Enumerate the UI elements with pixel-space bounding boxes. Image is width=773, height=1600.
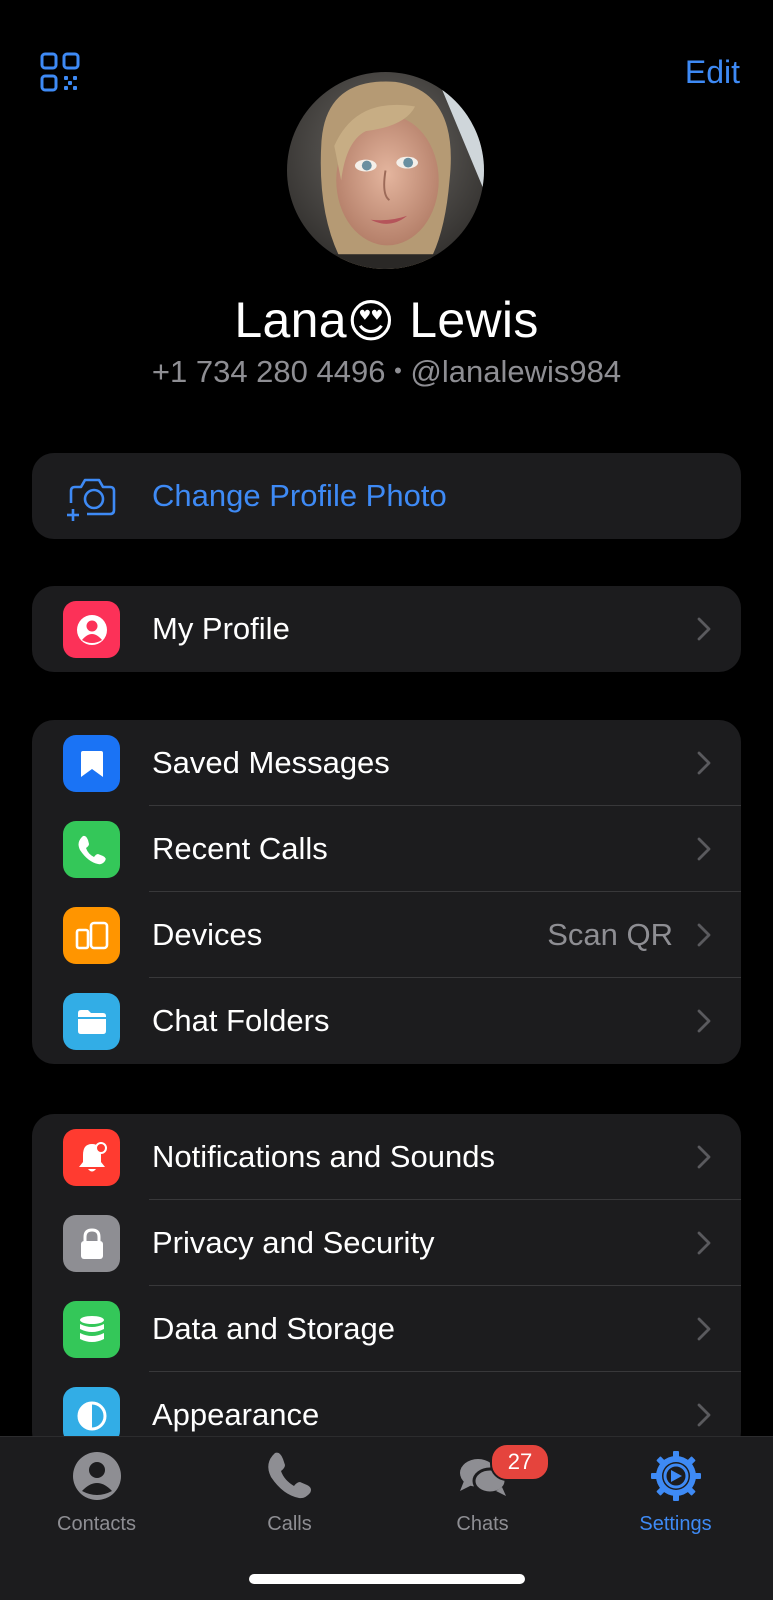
home-indicator	[249, 1574, 525, 1584]
chevron-right-icon	[697, 1009, 711, 1033]
devices-icon	[63, 907, 120, 964]
tab-calls[interactable]: Calls	[193, 1437, 386, 1547]
person-icon	[63, 601, 120, 658]
gear-icon	[650, 1451, 701, 1501]
privacy-security-label: Privacy and Security	[152, 1225, 435, 1260]
notifications-row[interactable]: Notifications and Sounds	[32, 1114, 741, 1200]
separator-dot: •	[394, 358, 402, 383]
chat-folders-row[interactable]: Chat Folders	[32, 978, 741, 1064]
recent-calls-row[interactable]: Recent Calls	[32, 806, 741, 892]
main-group: Saved Messages Recent Calls Devices Scan…	[32, 720, 741, 1064]
chevron-right-icon	[697, 1403, 711, 1427]
profile-photo	[287, 72, 484, 269]
person-circle-icon	[72, 1452, 121, 1500]
profile-group: My Profile	[32, 586, 741, 672]
devices-label: Devices	[152, 917, 263, 952]
chevron-right-icon	[697, 837, 711, 861]
my-profile-row[interactable]: My Profile	[32, 586, 741, 672]
settings-group: Notifications and Sounds Privacy and Sec…	[32, 1114, 741, 1454]
data-storage-row[interactable]: Data and Storage	[32, 1286, 741, 1372]
avatar[interactable]	[287, 72, 484, 269]
change-profile-photo-button[interactable]: Change Profile Photo	[32, 453, 741, 539]
tab-settings[interactable]: Settings	[579, 1437, 772, 1547]
scan-qr-value: Scan QR	[547, 917, 673, 952]
saved-messages-row[interactable]: Saved Messages	[32, 720, 741, 806]
saved-messages-label: Saved Messages	[152, 745, 390, 780]
profile-last-name: Lewis	[409, 292, 539, 348]
bookmark-icon	[63, 735, 120, 792]
chevron-right-icon	[697, 1317, 711, 1341]
unread-badge: 27	[490, 1443, 550, 1481]
profile-username: @lanalewis984	[410, 354, 622, 389]
folder-icon	[63, 993, 120, 1050]
camera-add-icon	[67, 478, 116, 521]
change-photo-group: Change Profile Photo	[32, 453, 741, 539]
chat-folders-label: Chat Folders	[152, 1003, 330, 1038]
chevron-right-icon	[697, 1231, 711, 1255]
phone-icon	[267, 1452, 311, 1499]
chevron-right-icon	[697, 1145, 711, 1169]
qr-code-button[interactable]	[40, 52, 80, 92]
lock-icon	[63, 1215, 120, 1272]
database-icon	[63, 1301, 120, 1358]
privacy-security-row[interactable]: Privacy and Security	[32, 1200, 741, 1286]
profile-subtitle: +1 734 280 4496 • @lanalewis984	[0, 352, 773, 395]
tab-contacts[interactable]: Contacts	[0, 1437, 193, 1547]
notifications-label: Notifications and Sounds	[152, 1139, 495, 1174]
profile-first-name: Lana	[234, 292, 347, 348]
devices-row[interactable]: Devices Scan QR	[32, 892, 741, 978]
tab-settings-label: Settings	[639, 1513, 712, 1535]
tab-chats[interactable]: 27 Chats	[386, 1437, 579, 1547]
tab-calls-label: Calls	[267, 1513, 312, 1535]
phone-icon	[63, 821, 120, 878]
tab-chats-label: Chats	[456, 1513, 509, 1535]
change-profile-photo-label: Change Profile Photo	[152, 478, 447, 513]
chevron-right-icon	[697, 617, 711, 641]
tab-contacts-label: Contacts	[57, 1513, 136, 1535]
data-storage-label: Data and Storage	[152, 1311, 396, 1346]
heart-eyes-emoji: 😍	[346, 295, 396, 347]
my-profile-label: My Profile	[152, 611, 290, 646]
recent-calls-label: Recent Calls	[152, 831, 328, 866]
profile-phone: +1 734 280 4496	[151, 354, 386, 389]
qr-code-icon	[40, 52, 80, 92]
bell-icon	[63, 1129, 120, 1186]
chevron-right-icon	[697, 751, 711, 775]
chevron-right-icon	[697, 923, 711, 947]
edit-button[interactable]: Edit	[685, 52, 740, 92]
profile-name: Lana😍 Lewis	[0, 290, 773, 351]
